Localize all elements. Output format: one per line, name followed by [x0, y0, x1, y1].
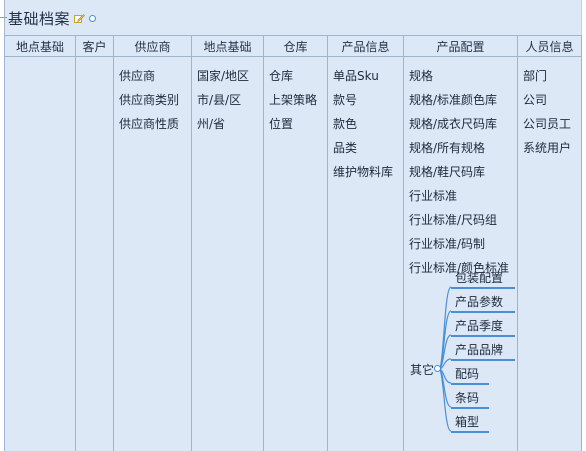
edit-icon[interactable] — [74, 13, 85, 24]
category-grid: 地点基础 客户 供应商 供应商 供应商类别 供应商性质 地点基础 国家/地区 市… — [4, 35, 582, 451]
column-warehouse: 仓库 仓库 上架策略 位置 — [264, 35, 328, 451]
column-product-config: 产品配置 规格 规格/标准颜色库 规格/成衣尺码库 规格/所有规格 规格/鞋尺码… — [404, 35, 518, 451]
node-item[interactable]: 品类 — [333, 136, 403, 160]
other-sub-item[interactable]: 条码 — [451, 389, 489, 409]
other-sub-item[interactable]: 配码 — [451, 365, 489, 385]
column-header[interactable]: 供应商 — [114, 35, 191, 57]
column-header[interactable]: 人员信息 — [518, 35, 581, 57]
other-node-label[interactable]: 其它 — [410, 361, 434, 378]
node-item[interactable]: 供应商类别 — [119, 88, 191, 112]
node-item[interactable]: 州/省 — [197, 112, 263, 136]
other-sub-item[interactable]: 产品季度 — [451, 317, 515, 337]
node-item[interactable]: 仓库 — [269, 64, 327, 88]
column-header[interactable]: 客户 — [76, 35, 113, 57]
other-collapse-icon[interactable] — [434, 365, 441, 372]
other-sub-item[interactable]: 产品品牌 — [451, 341, 515, 361]
column-header[interactable]: 地点基础 — [192, 35, 263, 57]
column-location-base-2: 地点基础 国家/地区 市/县/区 州/省 — [192, 35, 264, 451]
root-connector-line — [0, 17, 7, 18]
page-title: 基础档案 — [8, 9, 71, 28]
node-item[interactable]: 单品Sku — [333, 64, 403, 88]
node-item[interactable]: 款号 — [333, 88, 403, 112]
node-item[interactable]: 供应商性质 — [119, 112, 191, 136]
column-header[interactable]: 产品信息 — [328, 35, 403, 57]
node-item[interactable]: 公司 — [523, 88, 581, 112]
collapse-toggle-icon[interactable] — [89, 14, 97, 22]
node-item[interactable]: 国家/地区 — [197, 64, 263, 88]
node-item[interactable]: 公司员工 — [523, 112, 581, 136]
node-item[interactable]: 维护物料库 — [333, 160, 403, 184]
column-header[interactable]: 地点基础 — [5, 35, 75, 57]
node-item[interactable]: 部门 — [523, 64, 581, 88]
column-location-base: 地点基础 — [4, 35, 76, 451]
column-personnel: 人员信息 部门 公司 公司员工 系统用户 — [518, 35, 582, 451]
node-item[interactable]: 款色 — [333, 112, 403, 136]
node-item[interactable]: 上架策略 — [269, 88, 327, 112]
column-supplier: 供应商 供应商 供应商类别 供应商性质 — [114, 35, 192, 451]
column-header[interactable]: 仓库 — [264, 35, 327, 57]
node-item[interactable]: 系统用户 — [523, 136, 581, 160]
node-item[interactable]: 市/县/区 — [197, 88, 263, 112]
column-customer: 客户 — [76, 35, 114, 451]
other-sub-item[interactable]: 包装配置 — [451, 269, 515, 289]
node-item[interactable]: 供应商 — [119, 64, 191, 88]
node-item[interactable]: 位置 — [269, 112, 327, 136]
other-sub-item[interactable]: 产品参数 — [451, 293, 515, 313]
other-sub-item[interactable]: 箱型 — [451, 413, 489, 433]
column-product-info: 产品信息 单品Sku 款号 款色 品类 维护物料库 — [328, 35, 404, 451]
title-row: 基础档案 — [8, 6, 97, 30]
